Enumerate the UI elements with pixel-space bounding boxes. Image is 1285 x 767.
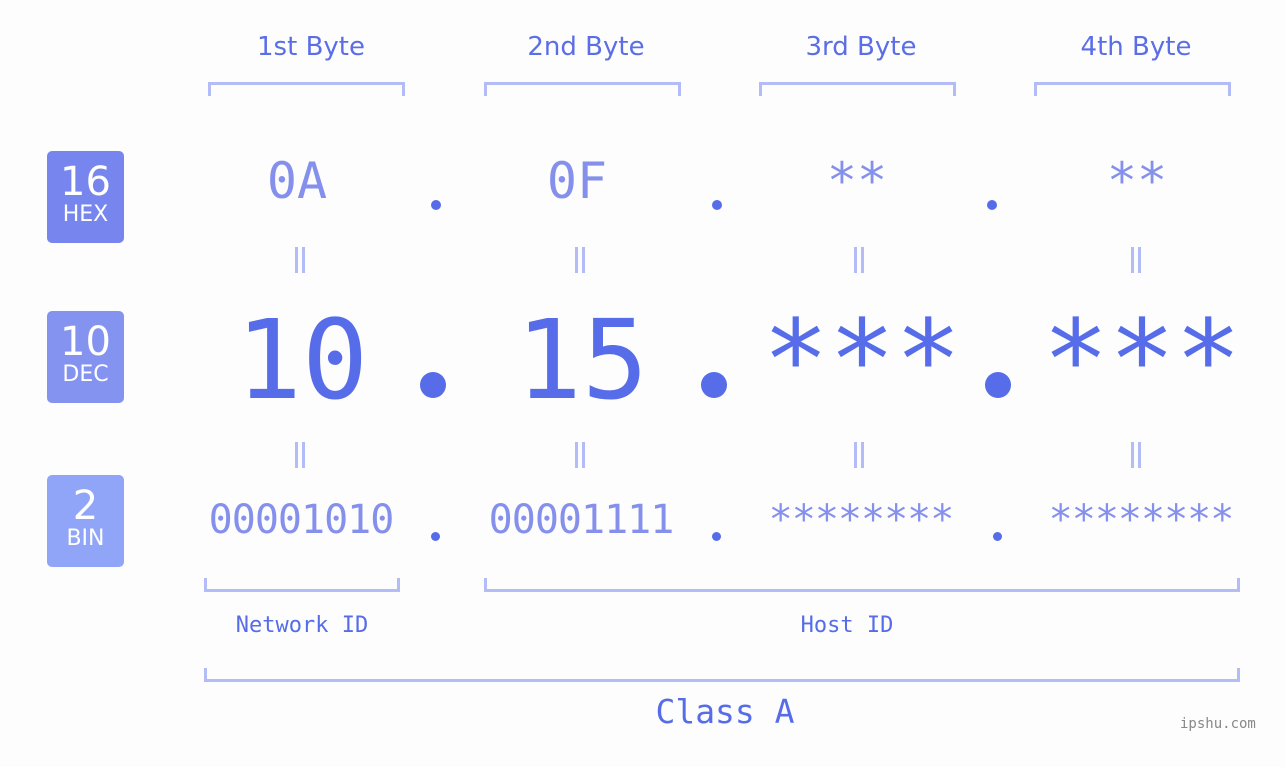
dec-value-3: *** — [762, 296, 962, 424]
byte-header-4: 4th Byte — [1080, 32, 1192, 62]
bin-separator-dot — [431, 532, 440, 541]
hex-separator-dot — [712, 200, 722, 210]
byte-bracket-4 — [1034, 82, 1231, 96]
byte-bracket-1 — [208, 82, 405, 96]
byte-header-2: 2nd Byte — [527, 32, 645, 62]
dec-separator-dot — [420, 372, 446, 398]
hex-value-2: 0F — [546, 152, 608, 210]
dec-value-2: 15 — [515, 296, 649, 424]
bin-value-4: ******** — [1048, 497, 1235, 543]
bin-badge: 2 BIN — [47, 475, 124, 567]
byte-header-3: 3rd Byte — [805, 32, 917, 62]
bin-badge-number: 2 — [72, 483, 99, 529]
equals-icon — [574, 442, 586, 468]
equals-icon — [1130, 247, 1142, 273]
byte-bracket-3 — [759, 82, 956, 96]
class-label: Class A — [655, 692, 795, 731]
dec-value-1: 10 — [235, 296, 369, 424]
hex-separator-dot — [987, 200, 997, 210]
equals-icon — [294, 442, 306, 468]
dec-separator-dot — [985, 372, 1011, 398]
host-id-label: Host ID — [800, 613, 894, 638]
equals-icon — [853, 247, 865, 273]
dec-badge: 10 DEC — [47, 311, 124, 403]
hex-badge-number: 16 — [60, 159, 111, 205]
bin-value-2: 00001111 — [488, 497, 675, 543]
hex-badge-label: HEX — [62, 202, 109, 227]
equals-icon — [1130, 442, 1142, 468]
network-id-label: Network ID — [235, 613, 369, 638]
hex-value-1: 0A — [266, 152, 328, 210]
watermark: ipshu.com — [1180, 716, 1256, 732]
hex-separator-dot — [431, 200, 441, 210]
equals-icon — [853, 442, 865, 468]
byte-header-1: 1st Byte — [257, 32, 365, 62]
bin-separator-dot — [993, 532, 1002, 541]
dec-separator-dot — [701, 372, 727, 398]
hex-value-3: ** — [826, 152, 888, 210]
byte-bracket-2 — [484, 82, 681, 96]
bin-value-1: 00001010 — [208, 497, 395, 543]
class-bracket — [204, 668, 1240, 682]
dec-badge-number: 10 — [60, 319, 111, 365]
network-id-bracket — [204, 578, 400, 592]
hex-value-4: ** — [1106, 152, 1168, 210]
equals-icon — [574, 247, 586, 273]
bin-badge-label: BIN — [66, 526, 105, 551]
dec-value-4: *** — [1042, 296, 1242, 424]
bin-value-3: ******** — [768, 497, 955, 543]
equals-icon — [294, 247, 306, 273]
dec-badge-label: DEC — [62, 362, 109, 387]
bin-separator-dot — [712, 532, 721, 541]
hex-badge: 16 HEX — [47, 151, 124, 243]
host-id-bracket — [484, 578, 1240, 592]
